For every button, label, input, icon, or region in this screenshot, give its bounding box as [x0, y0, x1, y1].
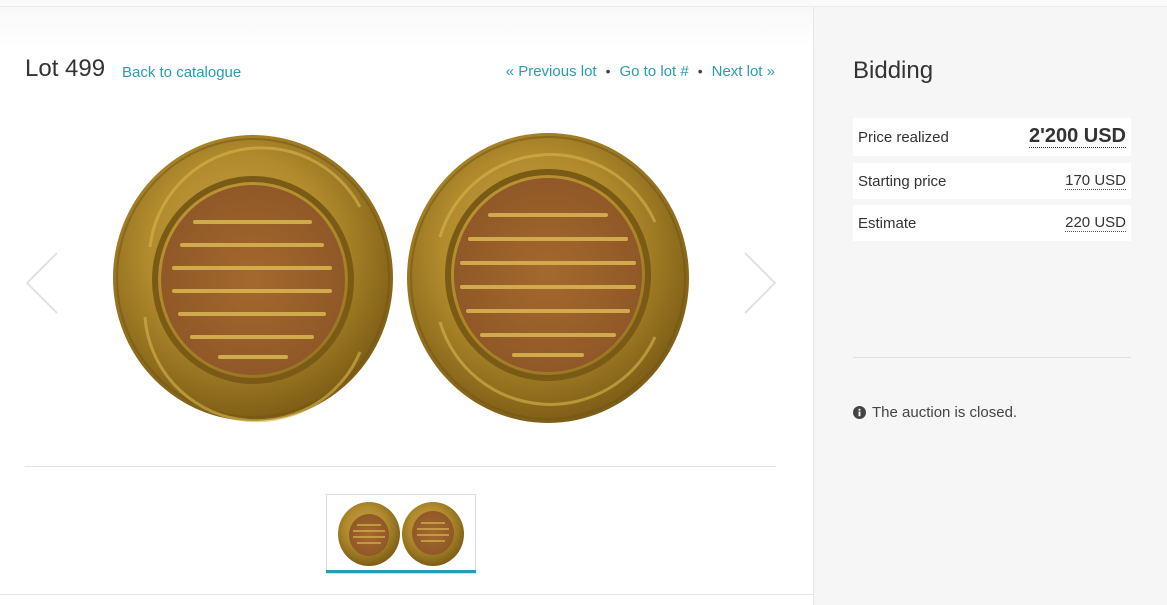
lot-navigation: « Previous lot • Go to lot # • Next lot … [506, 63, 775, 80]
footer-divider [0, 594, 813, 595]
image-gallery [25, 115, 777, 455]
starting-price-value: 170 USD [1065, 171, 1126, 190]
go-to-lot-link[interactable]: Go to lot # [620, 63, 689, 80]
nav-separator: • [605, 63, 611, 79]
info-circle-icon [853, 406, 866, 419]
coin-image[interactable] [110, 127, 690, 429]
coin-obverse [113, 135, 393, 423]
price-realized-label: Price realized [858, 128, 949, 146]
lot-title: Lot 499 [25, 55, 106, 82]
thumbnail-1[interactable] [326, 494, 476, 574]
chevron-right-icon[interactable] [743, 251, 777, 315]
chevron-left-icon[interactable] [25, 251, 59, 315]
nav-separator: • [697, 63, 703, 79]
price-realized-value: 2'200 USD [1028, 125, 1126, 148]
price-realized-row: Price realized 2'200 USD [853, 118, 1131, 156]
gallery-divider [25, 466, 776, 467]
estimate-value: 220 USD [1065, 213, 1126, 232]
starting-price-row: Starting price 170 USD [853, 163, 1131, 199]
coin-reverse [407, 133, 689, 423]
next-lot-link[interactable]: Next lot » [712, 63, 775, 80]
active-thumbnail-indicator [326, 570, 476, 573]
back-to-catalogue-link[interactable]: Back to catalogue [122, 64, 241, 81]
previous-lot-link[interactable]: « Previous lot [506, 63, 597, 80]
bidding-title: Bidding [853, 57, 934, 84]
sidebar-divider [853, 357, 1131, 358]
estimate-label: Estimate [858, 214, 917, 232]
estimate-row: Estimate 220 USD [853, 205, 1131, 241]
auction-status: The auction is closed. [853, 404, 1017, 421]
starting-price-label: Starting price [858, 172, 947, 190]
top-strip [0, 0, 1167, 7]
auction-status-text: The auction is closed. [872, 404, 1018, 421]
lot-main-panel: Lot 499 Back to catalogue « Previous lot… [0, 7, 813, 605]
bidding-sidebar: Bidding Price realized 2'200 USD Startin… [813, 7, 1167, 605]
